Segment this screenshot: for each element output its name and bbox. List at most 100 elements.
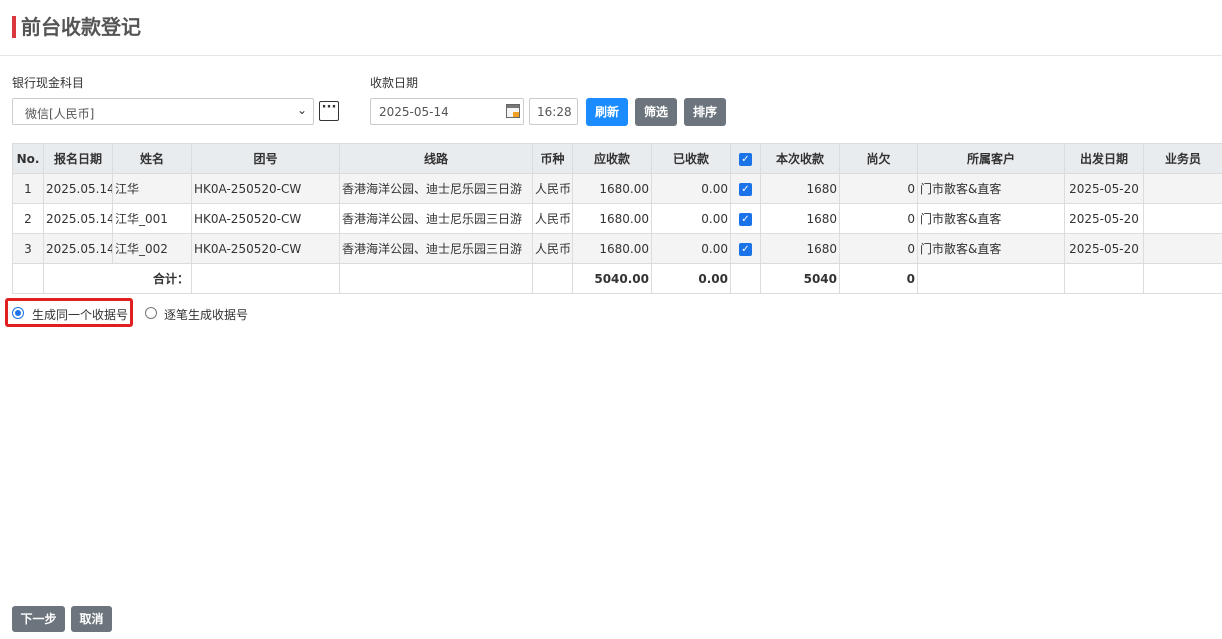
cell-currency: 人民币 (532, 233, 573, 264)
time-input[interactable]: 16:28 (529, 98, 578, 125)
total-current: 5040 (760, 263, 840, 294)
col-header-salesperson[interactable]: 业务员 (1143, 143, 1222, 174)
cell-currency: 人民币 (532, 173, 573, 204)
cancel-button[interactable]: 取消 (71, 606, 112, 632)
each-receipt-radio[interactable] (145, 307, 157, 319)
cell-no: 1 (12, 173, 44, 204)
row-checkbox[interactable]: ✓ (730, 173, 761, 204)
table-header-row: No. 报名日期 姓名 团号 线路 币种 应收款 已收款 ✓ 本次收款 尚欠 所… (12, 143, 1222, 174)
check-icon: ✓ (739, 242, 752, 256)
same-receipt-label[interactable]: 生成同一个收据号 (32, 306, 128, 323)
total-receivable: 5040.00 (572, 263, 652, 294)
cell-route: 香港海洋公园、迪士尼乐园三日游 (339, 173, 533, 204)
col-header-no: No. (12, 143, 44, 174)
col-header-receivable[interactable]: 应收款 (572, 143, 652, 174)
cell-empty (1143, 263, 1222, 294)
receipt-table: No. 报名日期 姓名 团号 线路 币种 应收款 已收款 ✓ 本次收款 尚欠 所… (12, 143, 1222, 294)
check-icon: ✓ (739, 182, 752, 196)
filter-button[interactable]: 筛选 (635, 98, 677, 126)
table-row[interactable]: 1 2025.05.14 江华 HK0A-250520-CW 香港海洋公园、迪士… (12, 173, 1222, 204)
account-label: 银行现金科目 (12, 76, 85, 90)
calendar-icon[interactable] (506, 104, 520, 118)
cell-customer: 门市散客&直客 (917, 203, 1065, 234)
cell-no: 3 (12, 233, 44, 264)
table-row[interactable]: 3 2025.05.14 江华_002 HK0A-250520-CW 香港海洋公… (12, 233, 1222, 264)
cell-current[interactable]: 1680 (760, 173, 840, 204)
cell-name: 江华_001 (112, 203, 192, 234)
cell-empty (1064, 263, 1144, 294)
cell-group-no: HK0A-250520-CW (191, 233, 340, 264)
cell-no: 2 (12, 203, 44, 234)
col-header-group-no[interactable]: 团号 (191, 143, 340, 174)
cell-current[interactable]: 1680 (760, 233, 840, 264)
cell-receivable: 1680.00 (572, 203, 652, 234)
cell-reg-date: 2025.05.14 (43, 203, 113, 234)
col-header-route[interactable]: 线路 (339, 143, 533, 174)
cell-salesperson (1143, 173, 1222, 204)
select-all-checkbox[interactable]: ✓ (730, 143, 761, 174)
cell-empty (532, 263, 573, 294)
check-icon: ✓ (739, 212, 752, 226)
same-receipt-radio[interactable] (12, 307, 24, 319)
account-select-value: 微信[人民币] (25, 107, 95, 121)
col-header-owed[interactable]: 尚欠 (839, 143, 918, 174)
cell-salesperson (1143, 203, 1222, 234)
cell-name: 江华_002 (112, 233, 192, 264)
col-header-customer[interactable]: 所属客户 (917, 143, 1065, 174)
col-header-name[interactable]: 姓名 (112, 143, 192, 174)
date-input[interactable]: 2025-05-14 (370, 98, 524, 125)
col-header-reg-date[interactable]: 报名日期 (43, 143, 113, 174)
cell-current[interactable]: 1680 (760, 203, 840, 234)
cell-owed: 0 (839, 173, 918, 204)
col-header-currency[interactable]: 币种 (532, 143, 573, 174)
cell-empty (191, 263, 340, 294)
title-accent-bar (12, 16, 16, 38)
chevron-down-icon: ⌄ (296, 103, 307, 117)
cell-empty (730, 263, 761, 294)
cell-route: 香港海洋公园、迪士尼乐园三日游 (339, 203, 533, 234)
col-header-current[interactable]: 本次收款 (760, 143, 840, 174)
table-row[interactable]: 2 2025.05.14 江华_001 HK0A-250520-CW 香港海洋公… (12, 203, 1222, 234)
cell-name: 江华 (112, 173, 192, 204)
cell-receivable: 1680.00 (572, 173, 652, 204)
col-header-depart-date[interactable]: 出发日期 (1064, 143, 1144, 174)
cell-empty (12, 263, 44, 294)
date-input-value: 2025-05-14 (379, 105, 449, 119)
account-select[interactable]: 微信[人民币] ⌄ (12, 98, 314, 125)
cell-currency: 人民币 (532, 203, 573, 234)
cell-depart-date: 2025-05-20 (1064, 173, 1144, 204)
time-input-value: 16:28 (537, 105, 572, 119)
cell-group-no: HK0A-250520-CW (191, 173, 340, 204)
refresh-button[interactable]: 刷新 (586, 98, 628, 126)
row-checkbox[interactable]: ✓ (730, 203, 761, 234)
cell-reg-date: 2025.05.14 (43, 173, 113, 204)
total-owed: 0 (839, 263, 918, 294)
more-options-button[interactable]: ··· (319, 101, 339, 121)
cell-received: 0.00 (651, 233, 731, 264)
each-receipt-label[interactable]: 逐笔生成收据号 (164, 306, 248, 323)
cell-empty (917, 263, 1065, 294)
cell-customer: 门市散客&直客 (917, 173, 1065, 204)
check-icon: ✓ (739, 152, 752, 166)
date-label: 收款日期 (370, 76, 419, 90)
row-checkbox[interactable]: ✓ (730, 233, 761, 264)
sort-button[interactable]: 排序 (684, 98, 726, 126)
cell-group-no: HK0A-250520-CW (191, 203, 340, 234)
cell-depart-date: 2025-05-20 (1064, 233, 1144, 264)
cell-owed: 0 (839, 233, 918, 264)
totals-label: 合计： (43, 263, 192, 294)
cell-customer: 门市散客&直客 (917, 233, 1065, 264)
next-step-button[interactable]: 下一步 (12, 606, 65, 632)
title-bar: 前台收款登记 (0, 0, 1222, 56)
cell-depart-date: 2025-05-20 (1064, 203, 1144, 234)
page-title: 前台收款登记 (21, 15, 141, 39)
cell-owed: 0 (839, 203, 918, 234)
cell-receivable: 1680.00 (572, 233, 652, 264)
cell-received: 0.00 (651, 173, 731, 204)
col-header-received[interactable]: 已收款 (651, 143, 731, 174)
totals-row: 合计： 5040.00 0.00 5040 0 (12, 263, 1222, 294)
cell-salesperson (1143, 233, 1222, 264)
cell-route: 香港海洋公园、迪士尼乐园三日游 (339, 233, 533, 264)
total-received: 0.00 (651, 263, 731, 294)
cell-received: 0.00 (651, 203, 731, 234)
